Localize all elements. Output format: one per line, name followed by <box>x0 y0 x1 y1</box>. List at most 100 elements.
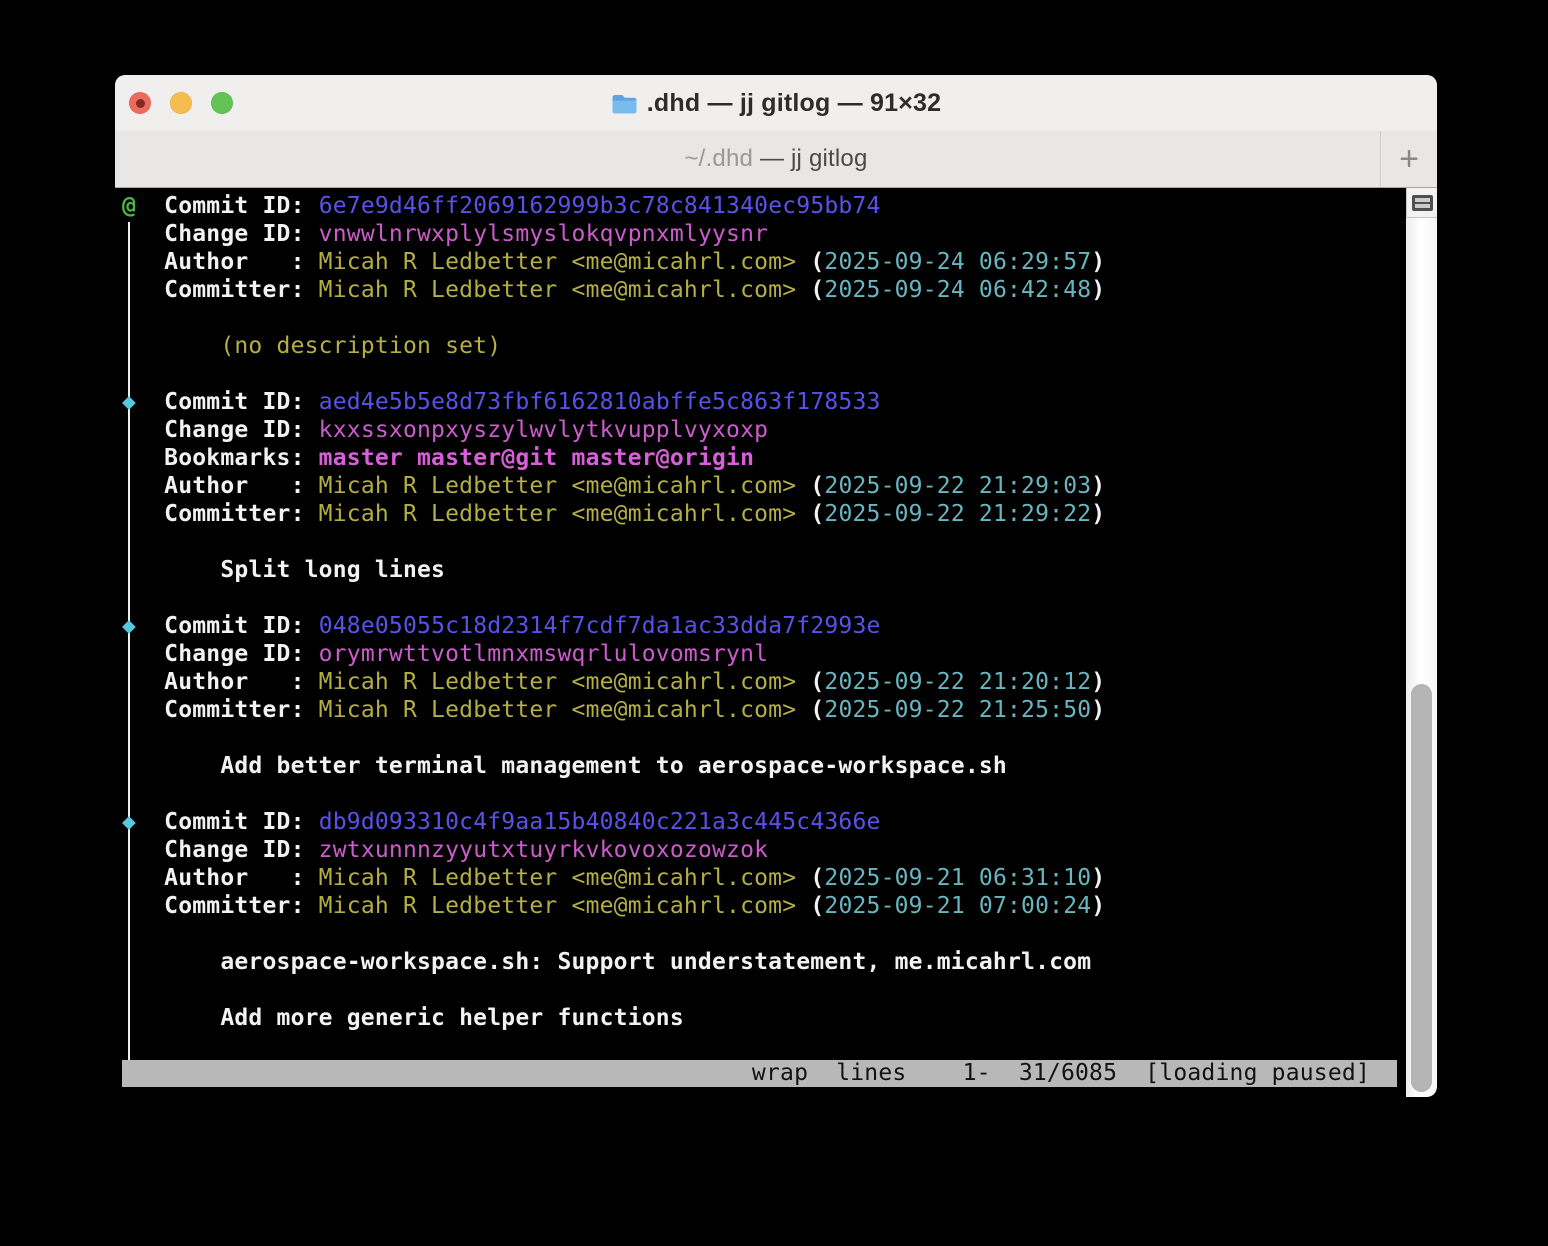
terminal-text-segment: Change ID: <box>122 837 319 863</box>
terminal-text-segment: 2025-09-22 21:29:22 <box>824 501 1091 527</box>
terminal-text-segment: ) <box>1091 249 1105 275</box>
terminal-line: ◆ Commit ID: aed4e5b5e8d73fbf6162810abff… <box>122 388 1105 416</box>
terminal-text-segment: ) <box>1091 865 1105 891</box>
terminal-text-segment: 2025-09-22 21:29:03 <box>824 473 1091 499</box>
terminal-text-segment: ( <box>796 501 824 527</box>
terminal-text-segment: Micah R Ledbetter <me@micahrl.com> <box>319 249 797 275</box>
terminal-text-segment: Author : <box>122 473 319 499</box>
minimize-button[interactable] <box>170 92 192 114</box>
tab-command-label: — jj gitlog <box>753 145 867 172</box>
terminal-window: .dhd — jj gitlog — 91×32 ~/.dhd — jj git… <box>115 75 1437 1097</box>
terminal-text-segment: 6e7e9d46ff2069162999b3c78c841340ec95bb74 <box>319 193 881 219</box>
terminal-text-segment: Micah R Ledbetter <me@micahrl.com> <box>319 669 797 695</box>
terminal-text-segment: Micah R Ledbetter <me@micahrl.com> <box>319 893 797 919</box>
terminal-line <box>122 724 1105 752</box>
terminal-text-segment: 2025-09-21 06:31:10 <box>824 865 1091 891</box>
terminal-text-segment: Micah R Ledbetter <me@micahrl.com> <box>319 473 797 499</box>
new-tab-button[interactable]: + <box>1380 131 1437 187</box>
terminal-screen[interactable]: @ Commit ID: 6e7e9d46ff2069162999b3c78c8… <box>115 188 1437 1097</box>
terminal-text-segment: db9d093310c4f9aa15b40840c221a3c445c4366e <box>319 809 881 835</box>
terminal-line: Committer: Micah R Ledbetter <me@micahrl… <box>122 276 1105 304</box>
terminal-line: Author : Micah R Ledbetter <me@micahrl.c… <box>122 864 1105 892</box>
terminal-line: Change ID: orymrwttvotlmnxmswqrlulovomsr… <box>122 640 1105 668</box>
terminal-line <box>122 584 1105 612</box>
tab-bar: ~/.dhd — jj gitlog + <box>115 131 1437 188</box>
scrollbar-track[interactable] <box>1406 188 1437 1097</box>
zoom-button[interactable] <box>211 92 233 114</box>
window-titlebar[interactable]: .dhd — jj gitlog — 91×32 <box>115 75 1437 131</box>
terminal-text-segment: Split long lines <box>122 557 445 583</box>
window-title: .dhd — jj gitlog — 91×32 <box>647 89 941 118</box>
terminal-line: @ Commit ID: 6e7e9d46ff2069162999b3c78c8… <box>122 192 1105 220</box>
terminal-text-segment: Micah R Ledbetter <me@micahrl.com> <box>319 501 797 527</box>
terminal-text-segment: ( <box>796 249 824 275</box>
terminal-line: Committer: Micah R Ledbetter <me@micahrl… <box>122 696 1105 724</box>
folder-icon <box>611 92 638 115</box>
traffic-lights <box>129 92 233 114</box>
close-button[interactable] <box>129 92 151 114</box>
terminal-text-segment: Committer: <box>122 893 319 919</box>
terminal-line: Author : Micah R Ledbetter <me@micahrl.c… <box>122 472 1105 500</box>
terminal-text-segment: (no description set) <box>122 333 501 359</box>
terminal-line: Add better terminal management to aerosp… <box>122 752 1105 780</box>
terminal-text-segment: Author : <box>122 249 319 275</box>
terminal-text-segment: zwtxunnnzyyutxtuyrkvkovoxozowzok <box>319 837 769 863</box>
terminal-text-segment: ) <box>1091 473 1105 499</box>
terminal-line: Committer: Micah R Ledbetter <me@micahrl… <box>122 892 1105 920</box>
terminal-text-segment: ) <box>1091 893 1105 919</box>
terminal-line: Change ID: vnwwlnrwxplylsmyslokqvpnxmlyy… <box>122 220 1105 248</box>
tab-list-icon <box>1412 195 1433 211</box>
terminal-lines: @ Commit ID: 6e7e9d46ff2069162999b3c78c8… <box>122 192 1105 1032</box>
terminal-text-segment: aed4e5b5e8d73fbf6162810abffe5c863f178533 <box>319 389 881 415</box>
scrollbar-thumb[interactable] <box>1411 684 1432 1092</box>
terminal-text-segment: ( <box>796 669 824 695</box>
terminal-text-segment: ( <box>796 893 824 919</box>
terminal-text-segment: Commit ID: <box>136 389 319 415</box>
tab-terminal[interactable]: ~/.dhd — jj gitlog <box>684 145 867 173</box>
tab-path-label: ~/.dhd <box>684 145 753 172</box>
terminal-text-segment: ) <box>1091 669 1105 695</box>
terminal-text-segment: Committer: <box>122 501 319 527</box>
terminal-text-segment: Commit ID: <box>136 193 319 219</box>
terminal-line: ◆ Commit ID: 048e05055c18d2314f7cdf7da1a… <box>122 612 1105 640</box>
terminal-text-segment: Committer: <box>122 697 319 723</box>
terminal-text-segment: ( <box>796 277 824 303</box>
terminal-text-segment: vnwwlnrwxplylsmyslokqvpnxmlyysnr <box>319 221 769 247</box>
terminal-text-segment: ◆ <box>122 809 136 835</box>
title-row: .dhd — jj gitlog — 91×32 <box>611 89 941 118</box>
terminal-text-segment: Commit ID: <box>136 613 319 639</box>
terminal-text-segment: Micah R Ledbetter <me@micahrl.com> <box>319 697 797 723</box>
terminal-line <box>122 304 1105 332</box>
terminal-line <box>122 528 1105 556</box>
terminal-line: Committer: Micah R Ledbetter <me@micahrl… <box>122 500 1105 528</box>
terminal-line: ◆ Commit ID: db9d093310c4f9aa15b40840c22… <box>122 808 1105 836</box>
terminal-text-segment: ( <box>796 473 824 499</box>
terminal-text-segment: Commit ID: <box>136 809 319 835</box>
terminal-text-segment: 2025-09-24 06:42:48 <box>824 277 1091 303</box>
pager-status-bar: wrap lines 1- 31/6085 [loading paused] <box>122 1060 1397 1087</box>
terminal-text-segment: 2025-09-24 06:29:57 <box>824 249 1091 275</box>
terminal-text-segment: ) <box>1091 697 1105 723</box>
terminal-line: Bookmarks: master master@git master@orig… <box>122 444 1105 472</box>
terminal-line <box>122 920 1105 948</box>
terminal-text-segment: @ <box>122 193 136 219</box>
terminal-text-segment: 2025-09-21 07:00:24 <box>824 893 1091 919</box>
terminal-text-segment: Author : <box>122 669 319 695</box>
terminal-text-segment: Change ID: <box>122 641 319 667</box>
tab-list-button[interactable] <box>1406 188 1437 218</box>
terminal-text-segment: 2025-09-22 21:20:12 <box>824 669 1091 695</box>
terminal-text-segment: orymrwttvotlmnxmswqrlulovomsrynl <box>319 641 769 667</box>
terminal-line: Author : Micah R Ledbetter <me@micahrl.c… <box>122 248 1105 276</box>
plus-icon: + <box>1399 140 1419 179</box>
terminal-line <box>122 360 1105 388</box>
terminal-line: (no description set) <box>122 332 1105 360</box>
terminal-line: Split long lines <box>122 556 1105 584</box>
terminal-text-segment: Change ID: <box>122 221 319 247</box>
terminal-text-segment: Micah R Ledbetter <me@micahrl.com> <box>319 277 797 303</box>
terminal-text-segment: kxxssxonpxyszylwvlytkvupplvyxoxp <box>319 417 769 443</box>
terminal-line: Author : Micah R Ledbetter <me@micahrl.c… <box>122 668 1105 696</box>
terminal-text-segment: ◆ <box>122 613 136 639</box>
terminal-text-segment: Committer: <box>122 277 319 303</box>
terminal-text-segment: master master@git master@origin <box>319 445 754 471</box>
terminal-text-segment: Change ID: <box>122 417 319 443</box>
